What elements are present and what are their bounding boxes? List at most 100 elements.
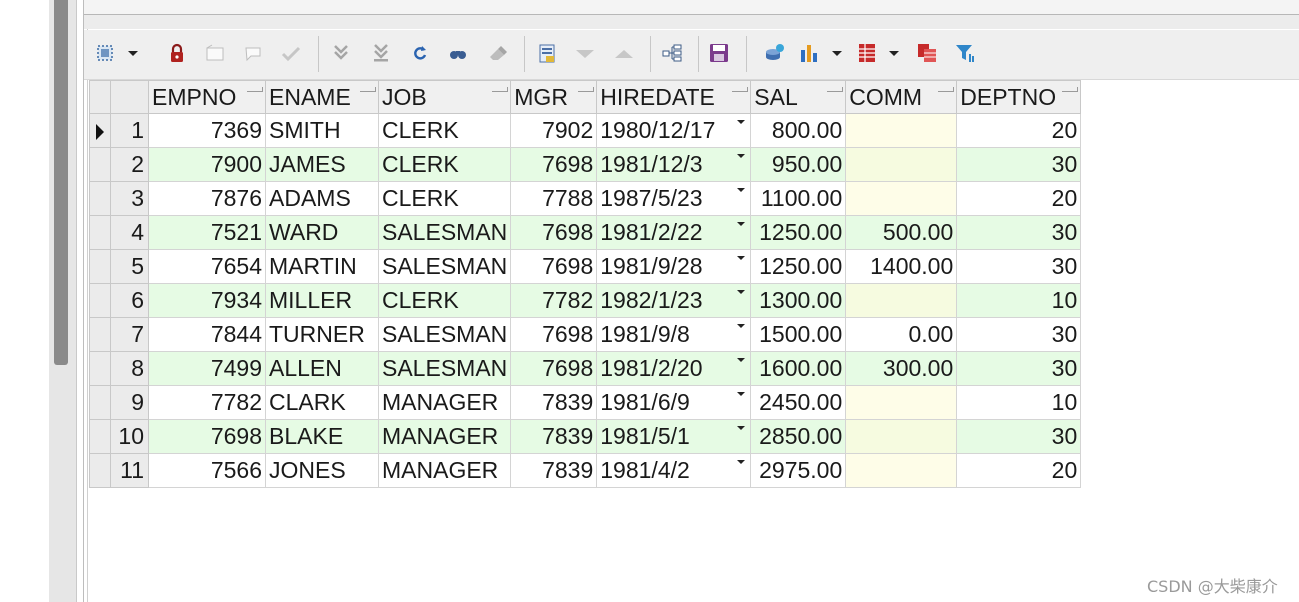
cell-deptno[interactable]: 20 (956, 113, 1082, 148)
cell-job[interactable]: MANAGER (377, 419, 512, 454)
cell-comm[interactable] (845, 181, 958, 216)
table-row[interactable]: 7 7844 TURNER SALESMAN 7698 1981/9/8 150… (89, 317, 1082, 352)
cell-ename[interactable]: MARTIN (265, 249, 379, 284)
cell-sal[interactable]: 1250.00 (750, 249, 847, 284)
cell-empno[interactable]: 7900 (148, 147, 266, 182)
cell-mgr[interactable]: 7698 (510, 249, 598, 284)
cell-deptno[interactable]: 20 (956, 181, 1082, 216)
cell-mgr[interactable]: 7788 (510, 181, 598, 216)
cell-comm[interactable] (845, 113, 958, 148)
table-row[interactable]: 6 7934 MILLER CLERK 7782 1982/1/23 1300.… (89, 283, 1082, 318)
cell-empno[interactable]: 7654 (148, 249, 266, 284)
cell-deptno[interactable]: 30 (956, 351, 1082, 386)
sort-descending-icon[interactable] (572, 40, 598, 66)
insert-record-icon[interactable] (202, 40, 228, 66)
table-row[interactable]: 4 7521 WARD SALESMAN 7698 1981/2/22 1250… (89, 215, 1082, 250)
cell-sal[interactable]: 1600.00 (750, 351, 847, 386)
cell-comm[interactable] (845, 453, 958, 488)
clear-icon[interactable] (484, 40, 510, 66)
column-header[interactable]: ENAME (265, 80, 379, 114)
select-mode-dropdown[interactable] (128, 40, 138, 66)
cell-comm[interactable]: 300.00 (845, 351, 958, 386)
cell-ename[interactable]: JONES (265, 453, 379, 488)
table-row[interactable]: 11 7566 JONES MANAGER 7839 1981/4/2 2975… (89, 453, 1082, 488)
cell-deptno[interactable]: 30 (956, 147, 1082, 182)
cell-mgr[interactable]: 7839 (510, 385, 598, 420)
cell-sal[interactable]: 1500.00 (750, 317, 847, 352)
cell-sal[interactable]: 1100.00 (750, 181, 847, 216)
column-header[interactable]: MGR (510, 80, 598, 114)
cell-empno[interactable]: 7876 (148, 181, 266, 216)
column-header[interactable]: DEPTNO (956, 80, 1082, 114)
export-icon[interactable] (762, 40, 788, 66)
cell-sal[interactable]: 1300.00 (750, 283, 847, 318)
column-header[interactable]: EMPNO (148, 80, 266, 114)
delete-record-icon[interactable] (240, 40, 266, 66)
find-icon[interactable] (445, 40, 471, 66)
cell-comm[interactable] (845, 385, 958, 420)
cell-ename[interactable]: ADAMS (265, 181, 379, 216)
chart-icon[interactable] (796, 40, 822, 66)
cell-comm[interactable] (845, 147, 958, 182)
cell-ename[interactable]: CLARK (265, 385, 379, 420)
chart-dropdown[interactable] (832, 40, 842, 66)
cell-comm[interactable]: 500.00 (845, 215, 958, 250)
cell-ename[interactable]: WARD (265, 215, 379, 250)
cell-job[interactable]: CLERK (377, 147, 512, 182)
column-header[interactable]: SAL (750, 80, 847, 114)
cell-deptno[interactable]: 30 (956, 317, 1082, 352)
cell-ename[interactable]: JAMES (265, 147, 379, 182)
cell-mgr[interactable]: 7839 (510, 453, 598, 488)
select-mode-icon[interactable] (92, 40, 118, 66)
cell-job[interactable]: CLERK (377, 181, 512, 216)
cell-empno[interactable]: 7521 (148, 215, 266, 250)
cell-hiredate[interactable]: 1981/12/3 (596, 147, 752, 182)
cell-empno[interactable]: 7934 (148, 283, 266, 318)
cell-job[interactable]: SALESMAN (377, 249, 512, 284)
cell-hiredate[interactable]: 1981/2/20 (596, 351, 752, 386)
column-header[interactable]: JOB (377, 80, 512, 114)
cell-job[interactable]: SALESMAN (377, 317, 512, 352)
cell-job[interactable]: MANAGER (377, 385, 512, 420)
cell-job[interactable]: CLERK (377, 113, 512, 148)
table-row[interactable]: 10 7698 BLAKE MANAGER 7839 1981/5/1 2850… (89, 419, 1082, 454)
cell-deptno[interactable]: 20 (956, 453, 1082, 488)
cell-ename[interactable]: MILLER (265, 283, 379, 318)
column-header[interactable]: COMM (845, 80, 958, 114)
table-row[interactable]: 8 7499 ALLEN SALESMAN 7698 1981/2/20 160… (89, 351, 1082, 386)
scroll-thumb[interactable] (54, 0, 68, 365)
cell-deptno[interactable]: 10 (956, 385, 1082, 420)
cell-deptno[interactable]: 30 (956, 419, 1082, 454)
cell-sal[interactable]: 800.00 (750, 113, 847, 148)
cell-job[interactable]: SALESMAN (377, 351, 512, 386)
save-icon[interactable] (706, 40, 732, 66)
cell-comm[interactable]: 0.00 (845, 317, 958, 352)
cell-deptno[interactable]: 30 (956, 249, 1082, 284)
cell-job[interactable]: MANAGER (377, 453, 512, 488)
cell-hiredate[interactable]: 1982/1/23 (596, 283, 752, 318)
table-row[interactable]: 3 7876 ADAMS CLERK 7788 1987/5/23 1100.0… (89, 181, 1082, 216)
cell-sal[interactable]: 2975.00 (750, 453, 847, 488)
cell-comm[interactable] (845, 283, 958, 318)
cell-mgr[interactable]: 7698 (510, 351, 598, 386)
cell-ename[interactable]: SMITH (265, 113, 379, 148)
cell-hiredate[interactable]: 1981/2/22 (596, 215, 752, 250)
tree-view-icon[interactable] (659, 40, 685, 66)
cell-sal[interactable]: 1250.00 (750, 215, 847, 250)
cell-mgr[interactable]: 7698 (510, 215, 598, 250)
cell-hiredate[interactable]: 1981/9/28 (596, 249, 752, 284)
sort-ascending-icon[interactable] (611, 40, 637, 66)
cell-hiredate[interactable]: 1981/4/2 (596, 453, 752, 488)
cell-empno[interactable]: 7844 (148, 317, 266, 352)
cell-mgr[interactable]: 7698 (510, 317, 598, 352)
filter-icon[interactable] (952, 40, 978, 66)
cell-ename[interactable]: BLAKE (265, 419, 379, 454)
cell-hiredate[interactable]: 1981/9/8 (596, 317, 752, 352)
form-view-icon[interactable] (914, 40, 940, 66)
cell-empno[interactable]: 7566 (148, 453, 266, 488)
cell-empno[interactable]: 7698 (148, 419, 266, 454)
cell-deptno[interactable]: 10 (956, 283, 1082, 318)
refresh-icon[interactable] (407, 40, 433, 66)
cell-sal[interactable]: 2450.00 (750, 385, 847, 420)
post-changes-icon[interactable] (278, 40, 304, 66)
